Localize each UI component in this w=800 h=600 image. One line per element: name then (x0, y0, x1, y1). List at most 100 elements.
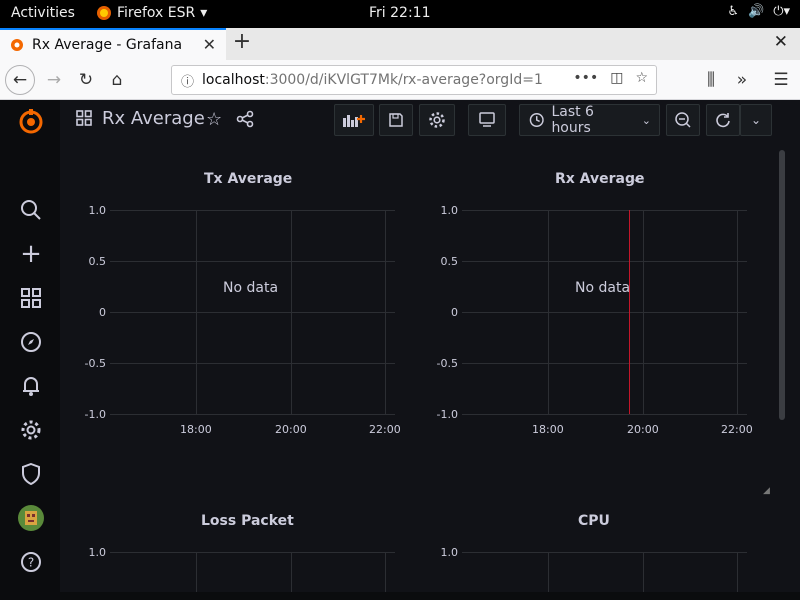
grid-line (462, 414, 747, 415)
y-tick-label: 1.0 (88, 546, 107, 559)
pocket-icon[interactable]: ◫ (610, 70, 623, 86)
x-tick-label: 22:00 (369, 423, 401, 436)
favorite-star-icon[interactable]: ☆ (206, 109, 222, 130)
search-icon[interactable] (18, 197, 44, 223)
panel-cpu: CPU 1.0 (432, 502, 772, 592)
dashboard-title[interactable]: Rx Average (102, 108, 205, 129)
window-close-icon[interactable]: ✕ (774, 32, 788, 52)
dashboard-grid-icon (76, 110, 92, 130)
firefox-icon (97, 6, 111, 20)
dashboard-settings-button[interactable] (419, 104, 455, 136)
volume-icon: 🔊 (748, 4, 765, 19)
grid-line (548, 552, 549, 592)
grid-line (385, 210, 386, 414)
grid-line (643, 210, 644, 414)
grid-line (462, 552, 747, 553)
x-tick-label: 18:00 (532, 423, 564, 436)
save-dashboard-button[interactable] (379, 104, 413, 136)
nav-toolbar: ← → ↻ ⌂ ⓘ localhost:3000/d/iKVlGT7Mk/rx-… (0, 60, 800, 100)
configuration-gear-icon[interactable] (18, 417, 44, 443)
grid-line (110, 414, 395, 415)
monitor-icon (479, 112, 495, 127)
panel-rx-average: Rx Average ⌄ 1.0 0.5 0 -0.5 -1.0 18:00 2… (432, 160, 772, 496)
scrollbar[interactable] (779, 150, 785, 420)
refresh-icon (716, 113, 730, 128)
time-picker-button[interactable]: Last 6 hours ⌄ (519, 104, 660, 136)
app-name: Firefox ESR (117, 5, 196, 21)
page-actions-icon[interactable]: ••• (573, 70, 598, 86)
info-icon[interactable]: ⓘ (181, 71, 194, 90)
grid-line (291, 552, 292, 592)
refresh-interval-dropdown[interactable]: ⌄ (740, 104, 772, 136)
panel-tx-average: Tx Average 1.0 0.5 0 -0.5 -1.0 18:00 20:… (80, 160, 420, 490)
home-button[interactable]: ⌂ (103, 66, 131, 94)
chevron-down-icon: ▾ (200, 5, 208, 21)
no-data-message: No data (223, 280, 279, 296)
help-icon[interactable]: ? (18, 549, 44, 575)
panel-title[interactable]: Tx Average (204, 171, 292, 187)
grid-line (385, 552, 386, 592)
panel-title[interactable]: CPU (578, 513, 610, 529)
grid-line (110, 210, 395, 211)
share-icon[interactable] (236, 110, 254, 132)
refresh-button[interactable] (706, 104, 740, 136)
zoom-out-button[interactable] (666, 104, 700, 136)
grid-line (462, 210, 747, 211)
explore-compass-icon[interactable] (18, 329, 44, 355)
grafana-main: Rx Average ☆ Last 6 hours ⌄ ⌄ Tx Average… (60, 100, 800, 600)
bookmark-star-icon[interactable]: ☆ (635, 70, 648, 86)
alerting-bell-icon[interactable] (18, 373, 44, 399)
y-tick-label: -1.0 (84, 408, 106, 421)
new-tab-button[interactable]: + (230, 29, 254, 54)
y-tick-label: -0.5 (436, 357, 458, 370)
dashboards-icon[interactable] (18, 285, 44, 311)
x-tick-label: 22:00 (721, 423, 753, 436)
url-host: localhost (202, 72, 265, 88)
grafana-logo-icon[interactable] (18, 108, 44, 134)
x-tick-label: 20:00 (275, 423, 307, 436)
user-avatar[interactable] (18, 505, 44, 531)
server-admin-shield-icon[interactable] (18, 461, 44, 487)
close-tab-icon[interactable]: ✕ (203, 35, 216, 54)
power-icon: ⏻▾ (773, 4, 790, 19)
bottom-edge (0, 592, 800, 600)
panel-title[interactable]: Loss Packet (201, 513, 294, 529)
resize-handle-icon[interactable]: ◢ (763, 486, 770, 496)
chevron-down-icon: ⌄ (750, 113, 762, 127)
overflow-chevron-icon[interactable]: » (728, 66, 756, 94)
y-tick-label: 1.0 (440, 546, 459, 559)
system-tray[interactable]: ♿ 🔊 ⏻▾ (727, 4, 790, 19)
add-panel-button[interactable] (334, 104, 374, 136)
annotation-marker[interactable] (629, 210, 630, 414)
grid-line (462, 312, 747, 313)
grafana-sidebar: + ? (0, 100, 60, 600)
y-tick-label: 0 (99, 306, 106, 319)
grid-line (110, 363, 395, 364)
svg-text:?: ? (28, 556, 34, 570)
grid-line (291, 210, 292, 414)
create-plus-icon[interactable]: + (18, 239, 44, 269)
tab-grafana[interactable]: Rx Average - Grafana ✕ (0, 28, 226, 60)
app-menu[interactable]: Firefox ESR ▾ (96, 5, 207, 21)
url-bar[interactable]: ⓘ localhost:3000/d/iKVlGT7Mk/rx-average?… (171, 65, 657, 95)
back-button[interactable]: ← (5, 65, 35, 95)
url-path: :3000/d/iKVlGT7Mk/rx-average?orgId=1 (264, 72, 543, 88)
forward-button[interactable]: → (40, 66, 68, 94)
accessibility-icon: ♿ (727, 4, 739, 19)
activities-button[interactable]: Activities (11, 5, 75, 21)
chevron-down-icon[interactable]: ⌄ (632, 172, 641, 185)
y-tick-label: 0 (451, 306, 458, 319)
library-icon[interactable]: ⫼ (697, 66, 725, 94)
cycle-view-mode-button[interactable] (468, 104, 506, 136)
grid-line (737, 210, 738, 414)
grid-line (643, 552, 644, 592)
x-tick-label: 20:00 (627, 423, 659, 436)
reload-button[interactable]: ↻ (72, 66, 100, 94)
y-tick-label: -0.5 (84, 357, 106, 370)
y-tick-label: 0.5 (440, 255, 459, 268)
y-tick-label: -1.0 (436, 408, 458, 421)
hamburger-menu-icon[interactable]: ☰ (767, 66, 795, 94)
clock[interactable]: Fri 22:11 (369, 5, 430, 21)
save-icon (389, 113, 403, 127)
grid-line (110, 552, 395, 553)
